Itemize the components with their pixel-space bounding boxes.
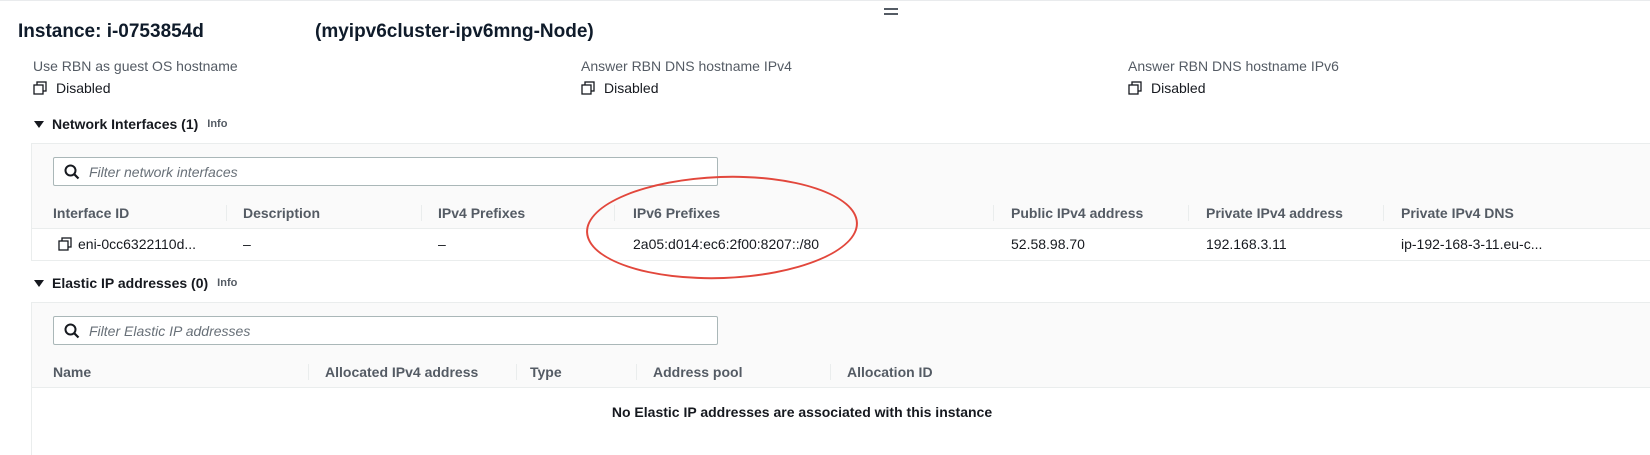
table-cell-private-ipv4: 192.168.3.11 [1206, 236, 1287, 252]
column-separator [226, 205, 227, 221]
empty-state-message: No Elastic IP addresses are associated w… [611, 404, 993, 420]
table-cell-private-dns: ip-192-168-3-11.eu-c... [1401, 236, 1543, 252]
detail-rbn-dns-ipv4: Answer RBN DNS hostname IPv4 Disabled [581, 58, 792, 96]
elastic-ip-info-link[interactable]: Info [217, 277, 237, 289]
column-separator [308, 364, 309, 380]
instance-name-label: (myipv6cluster-ipv6mng-Node) [315, 21, 594, 42]
detail-label: Answer RBN DNS hostname IPv6 [1128, 58, 1339, 74]
column-header-public-ipv4[interactable]: Public IPv4 address [1011, 205, 1143, 221]
detail-rbn-hostname: Use RBN as guest OS hostname Disabled [33, 58, 238, 96]
column-header-ipv4-prefixes[interactable]: IPv4 Prefixes [438, 205, 525, 221]
network-interfaces-title: Network Interfaces (1) [52, 116, 199, 132]
interface-id-link[interactable]: eni-0cc6322110d... [78, 236, 196, 252]
table-cell-description: – [243, 236, 251, 252]
panel-top-border [0, 0, 1650, 1]
caret-down-icon[interactable] [34, 279, 44, 287]
detail-value: Disabled [581, 80, 792, 96]
column-separator [830, 364, 831, 380]
column-separator [421, 205, 422, 221]
network-interfaces-header[interactable]: Network Interfaces (1) Info [34, 116, 227, 132]
detail-value-text: Disabled [1151, 80, 1206, 96]
copy-icon[interactable] [1128, 81, 1142, 95]
column-header-interface-id[interactable]: Interface ID [53, 205, 129, 221]
column-header-allocation-id[interactable]: Allocation ID [847, 364, 933, 380]
column-separator [614, 205, 615, 221]
instance-id-label: Instance: i-0753854d [18, 21, 204, 42]
network-interfaces-search-input[interactable] [89, 163, 689, 180]
search-icon [64, 164, 80, 179]
elastic-ip-header[interactable]: Elastic IP addresses (0) Info [34, 275, 237, 291]
detail-value-text: Disabled [604, 80, 659, 96]
table-cell-public-ipv4: 52.58.98.70 [1011, 236, 1085, 252]
column-separator [1188, 205, 1189, 221]
column-header-name[interactable]: Name [53, 364, 91, 380]
elastic-ip-title: Elastic IP addresses (0) [52, 275, 209, 291]
copy-icon[interactable] [33, 81, 47, 95]
column-separator [636, 364, 637, 380]
copy-icon[interactable] [581, 81, 595, 95]
table-row-divider [32, 260, 1650, 261]
network-interfaces-search[interactable] [53, 157, 718, 186]
column-header-type[interactable]: Type [530, 364, 562, 380]
column-separator [1383, 205, 1384, 221]
copy-icon[interactable] [58, 237, 72, 251]
table-cell-interface-id[interactable]: eni-0cc6322110d... [58, 236, 196, 252]
column-header-allocated-ipv4[interactable]: Allocated IPv4 address [325, 364, 478, 380]
elastic-ip-search-input[interactable] [89, 322, 689, 339]
column-separator [516, 364, 517, 380]
column-header-private-dns[interactable]: Private IPv4 DNS [1401, 205, 1514, 221]
elastic-ip-table: Name Allocated IPv4 address Type Address… [31, 302, 1650, 455]
detail-value: Disabled [33, 80, 238, 96]
column-header-address-pool[interactable]: Address pool [653, 364, 742, 380]
table-cell-ipv6-prefixes: 2a05:d014:ec6:2f00:8207::/80 [633, 236, 820, 252]
detail-value: Disabled [1128, 80, 1339, 96]
detail-value-text: Disabled [56, 80, 111, 96]
detail-label: Answer RBN DNS hostname IPv4 [581, 58, 792, 74]
caret-down-icon[interactable] [34, 120, 44, 128]
network-interfaces-table: Interface ID Description IPv4 Prefixes I… [31, 143, 1650, 261]
network-interfaces-info-link[interactable]: Info [207, 118, 227, 130]
column-header-description[interactable]: Description [243, 205, 320, 221]
column-header-ipv6-prefixes[interactable]: IPv6 Prefixes [633, 205, 720, 221]
column-header-private-ipv4[interactable]: Private IPv4 address [1206, 205, 1343, 221]
detail-label: Use RBN as guest OS hostname [33, 58, 238, 74]
drag-handle-icon[interactable] [884, 6, 898, 16]
elastic-ip-search[interactable] [53, 316, 718, 345]
column-separator [993, 205, 994, 221]
table-cell-ipv4-prefixes: – [438, 236, 446, 252]
search-icon [64, 323, 80, 338]
detail-rbn-dns-ipv6: Answer RBN DNS hostname IPv6 Disabled [1128, 58, 1339, 96]
